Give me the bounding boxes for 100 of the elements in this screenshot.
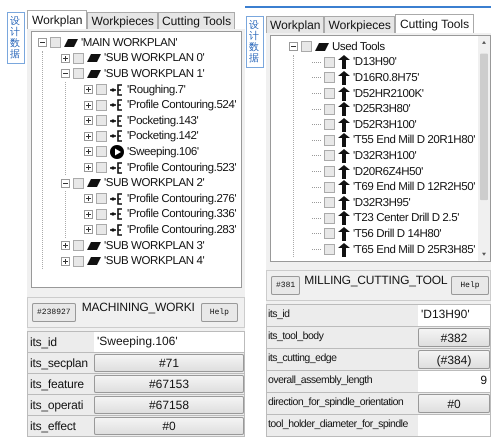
checkbox[interactable] xyxy=(324,150,335,162)
checkbox[interactable] xyxy=(96,224,107,236)
checkbox[interactable] xyxy=(96,130,107,142)
tree-item[interactable]: 'Profile Contouring.336' xyxy=(127,208,236,220)
checkbox[interactable] xyxy=(324,166,335,178)
expand-toggle[interactable] xyxy=(289,42,298,52)
tree-item[interactable]: 'D52HR2100K' xyxy=(353,88,424,100)
tree-item[interactable]: 'SUB WORKPLAN 0' xyxy=(104,52,204,64)
expand-toggle[interactable] xyxy=(61,54,70,63)
tree-item[interactable]: 'T65 End Mill D 25R3H85' xyxy=(353,244,475,256)
checkbox[interactable] xyxy=(324,119,335,130)
expand-toggle[interactable] xyxy=(84,194,93,204)
expand-toggle[interactable] xyxy=(84,225,93,234)
reference-button[interactable]: #0 xyxy=(94,417,244,435)
expand-toggle[interactable] xyxy=(38,38,47,48)
checkbox[interactable] xyxy=(324,88,335,100)
expand-toggle[interactable] xyxy=(61,241,70,250)
checkbox[interactable] xyxy=(324,228,335,240)
reference-button[interactable]: #67153 xyxy=(94,375,244,393)
tree-item[interactable]: Used Tools xyxy=(332,40,385,53)
checkbox[interactable] xyxy=(50,37,61,48)
tree-item[interactable]: 'Profile Contouring.283' xyxy=(127,224,236,236)
tree-item[interactable]: 'T69 End Mill D 12R2H50' xyxy=(353,181,475,194)
expand-toggle[interactable] xyxy=(61,256,70,266)
reference-button[interactable]: #67158 xyxy=(94,396,244,414)
tree-item[interactable]: 'T23 Center Drill D 2.5' xyxy=(353,212,459,224)
reference-button[interactable]: #71 xyxy=(94,354,244,372)
tool-icon xyxy=(338,148,350,163)
folder-icon xyxy=(87,256,101,266)
folder-icon xyxy=(64,38,78,48)
checkbox[interactable] xyxy=(324,104,335,115)
tree-item[interactable]: 'T55 End Mill D 20R1H80' xyxy=(353,134,475,146)
expand-toggle[interactable] xyxy=(84,132,93,141)
side-tab[interactable]: 设计数据 xyxy=(7,12,25,64)
expand-toggle[interactable] xyxy=(61,178,70,188)
reference-button[interactable]: #0 xyxy=(418,394,490,413)
tool-icon xyxy=(338,164,350,179)
expand-toggle[interactable] xyxy=(84,85,93,94)
tree-item[interactable]: 'D16R0.8H75' xyxy=(353,72,420,84)
folder-icon xyxy=(87,178,101,188)
side-tab[interactable]: 设计数据 xyxy=(246,16,264,68)
checkbox[interactable] xyxy=(96,84,107,96)
scrollbar[interactable] xyxy=(478,36,490,261)
checkbox[interactable] xyxy=(73,240,84,252)
tree-item[interactable]: 'D20R6Z4H50' xyxy=(353,166,423,178)
reference-button[interactable]: (#384) xyxy=(418,350,490,369)
tree-item[interactable]: 'MAIN WORKPLAN' xyxy=(81,36,178,49)
checkbox[interactable] xyxy=(73,52,84,64)
checkbox[interactable] xyxy=(324,244,335,256)
tree-item[interactable]: 'Profile Contouring.524' xyxy=(127,99,236,112)
tree-item[interactable]: 'Profile Contouring.523' xyxy=(127,162,236,174)
reference-button[interactable]: #382 xyxy=(418,328,490,347)
id-button[interactable]: #238927 xyxy=(32,302,76,322)
checkbox[interactable] xyxy=(301,41,312,52)
tree-item[interactable]: 'SUB WORKPLAN 4' xyxy=(104,255,204,268)
tree-item[interactable]: 'Profile Contouring.276' xyxy=(127,192,236,205)
tree-item[interactable]: 'Roughing.7' xyxy=(127,84,186,96)
checkbox[interactable] xyxy=(96,193,107,204)
checkbox[interactable] xyxy=(96,162,107,174)
tab[interactable]: Workplan xyxy=(266,16,324,33)
checkbox[interactable] xyxy=(324,182,335,193)
checkbox[interactable] xyxy=(73,68,84,80)
tree-item[interactable]: 'D52R3H100' xyxy=(353,118,416,131)
checkbox[interactable] xyxy=(324,212,335,224)
tree-item[interactable]: 'SUB WORKPLAN 1' xyxy=(104,68,204,80)
tree-item[interactable]: 'Sweeping.106' xyxy=(127,146,199,158)
checkbox[interactable] xyxy=(324,72,335,84)
expand-toggle[interactable] xyxy=(84,116,93,126)
tree-item[interactable]: 'D32R3H100' xyxy=(353,150,416,162)
checkbox[interactable] xyxy=(324,56,335,68)
expand-toggle[interactable] xyxy=(84,147,93,156)
expand-toggle[interactable] xyxy=(84,210,93,219)
checkbox[interactable] xyxy=(96,115,107,126)
tab[interactable]: Workpieces xyxy=(324,16,395,33)
tab[interactable]: Cutting Tools xyxy=(394,14,474,33)
tree-item[interactable]: 'Pocketing.143' xyxy=(127,114,198,127)
tree-item[interactable]: 'SUB WORKPLAN 2' xyxy=(104,177,204,190)
tree-item[interactable]: 'D13H90' xyxy=(353,56,396,68)
help-button[interactable]: Help xyxy=(200,302,238,322)
checkbox[interactable] xyxy=(96,208,107,220)
tree-item[interactable]: 'D25R3H80' xyxy=(353,103,410,116)
checkbox[interactable] xyxy=(96,100,107,111)
tree-item[interactable]: 'D32R3H95' xyxy=(353,196,410,209)
expand-toggle[interactable] xyxy=(61,69,70,78)
tree-item[interactable]: 'SUB WORKPLAN 3' xyxy=(104,240,204,252)
tab[interactable]: Workplan xyxy=(27,10,88,29)
tree-item[interactable]: 'T56 Drill D 14H80' xyxy=(353,228,442,240)
tab[interactable]: Workpieces xyxy=(87,12,158,29)
checkbox[interactable] xyxy=(324,134,335,146)
id-button[interactable]: #381 xyxy=(271,276,300,295)
checkbox[interactable] xyxy=(96,146,107,158)
tab[interactable]: Cutting Tools xyxy=(158,12,236,29)
checkbox[interactable] xyxy=(73,256,84,267)
checkbox[interactable] xyxy=(73,178,84,189)
expand-toggle[interactable] xyxy=(84,163,93,172)
expand-toggle[interactable] xyxy=(84,100,93,110)
operation-icon xyxy=(110,208,124,220)
help-button[interactable]: Help xyxy=(451,276,489,295)
checkbox[interactable] xyxy=(324,197,335,208)
tree-item[interactable]: 'Pocketing.142' xyxy=(127,130,198,142)
